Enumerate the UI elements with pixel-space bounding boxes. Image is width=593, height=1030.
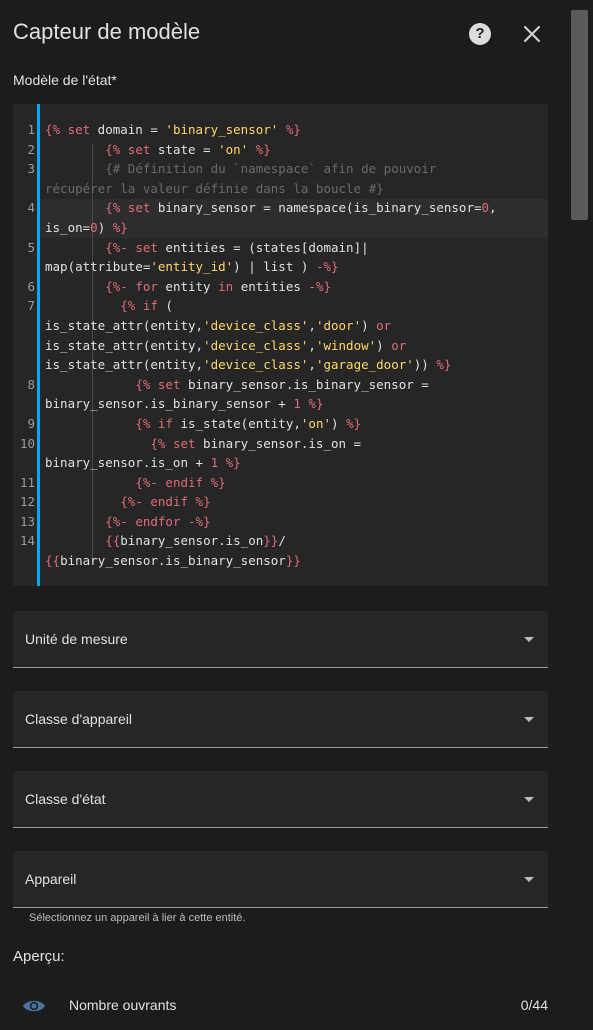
device-label: Appareil <box>25 871 77 887</box>
unit-of-measurement-select[interactable]: Unité de mesure <box>13 611 548 668</box>
line-number: 11 <box>19 474 35 490</box>
line-number: 5 <box>27 239 35 255</box>
editor-focus-bar <box>37 104 40 586</box>
chevron-down-icon <box>524 637 534 642</box>
preview-title: Aperçu: <box>13 948 65 965</box>
preview-row: Nombre ouvrants 0/44 <box>13 990 548 1022</box>
scrollbar-thumb[interactable] <box>571 10 588 220</box>
unit-of-measurement-label: Unité de mesure <box>25 631 128 647</box>
line-number <box>13 355 35 375</box>
state-class-label: Classe d'état <box>25 791 106 807</box>
chevron-down-icon <box>524 877 534 882</box>
line-number: 10 <box>19 435 35 451</box>
line-number <box>13 218 35 238</box>
close-icon[interactable] <box>521 23 543 45</box>
line-number: 7 <box>27 298 35 314</box>
line-number <box>13 394 35 414</box>
line-number: 2 <box>27 141 35 157</box>
state-template-label: Modèle de l'état* <box>13 72 117 88</box>
line-number <box>13 179 35 199</box>
line-number <box>13 257 35 277</box>
line-numbers: 123 4 5 67 8 9 10 11 12 13 14 <box>13 120 35 571</box>
line-number <box>13 336 35 356</box>
line-number: 8 <box>27 376 35 392</box>
line-number: 3 <box>27 161 35 177</box>
line-number <box>13 316 35 336</box>
state-class-select[interactable]: Classe d'état <box>13 771 548 828</box>
line-number: 6 <box>27 278 35 294</box>
device-class-label: Classe d'appareil <box>25 711 132 727</box>
code-content[interactable]: {% set domain = 'binary_sensor' %} {% se… <box>45 120 543 571</box>
preview-entity-name: Nombre ouvrants <box>69 997 177 1013</box>
line-number: 13 <box>19 513 35 529</box>
eye-icon <box>23 1000 45 1012</box>
device-select[interactable]: Appareil <box>13 851 548 908</box>
line-number <box>13 551 35 571</box>
chevron-down-icon <box>524 717 534 722</box>
line-number: 12 <box>19 494 35 510</box>
line-number: 4 <box>27 200 35 216</box>
preview-state-value: 0/44 <box>520 997 548 1013</box>
dialog-title: Capteur de modèle <box>13 19 201 44</box>
code-editor[interactable]: 123 4 5 67 8 9 10 11 12 13 14 {% set domain … <box>13 104 548 586</box>
device-helper-text: Sélectionnez un appareil à lier à cette … <box>29 912 246 924</box>
line-number: 1 <box>27 122 35 137</box>
line-number <box>13 453 35 473</box>
line-number: 9 <box>27 415 35 431</box>
device-class-select[interactable]: Classe d'appareil <box>13 691 548 748</box>
help-icon[interactable]: ? <box>469 23 491 45</box>
chevron-down-icon <box>524 797 534 802</box>
line-number: 14 <box>19 533 35 549</box>
